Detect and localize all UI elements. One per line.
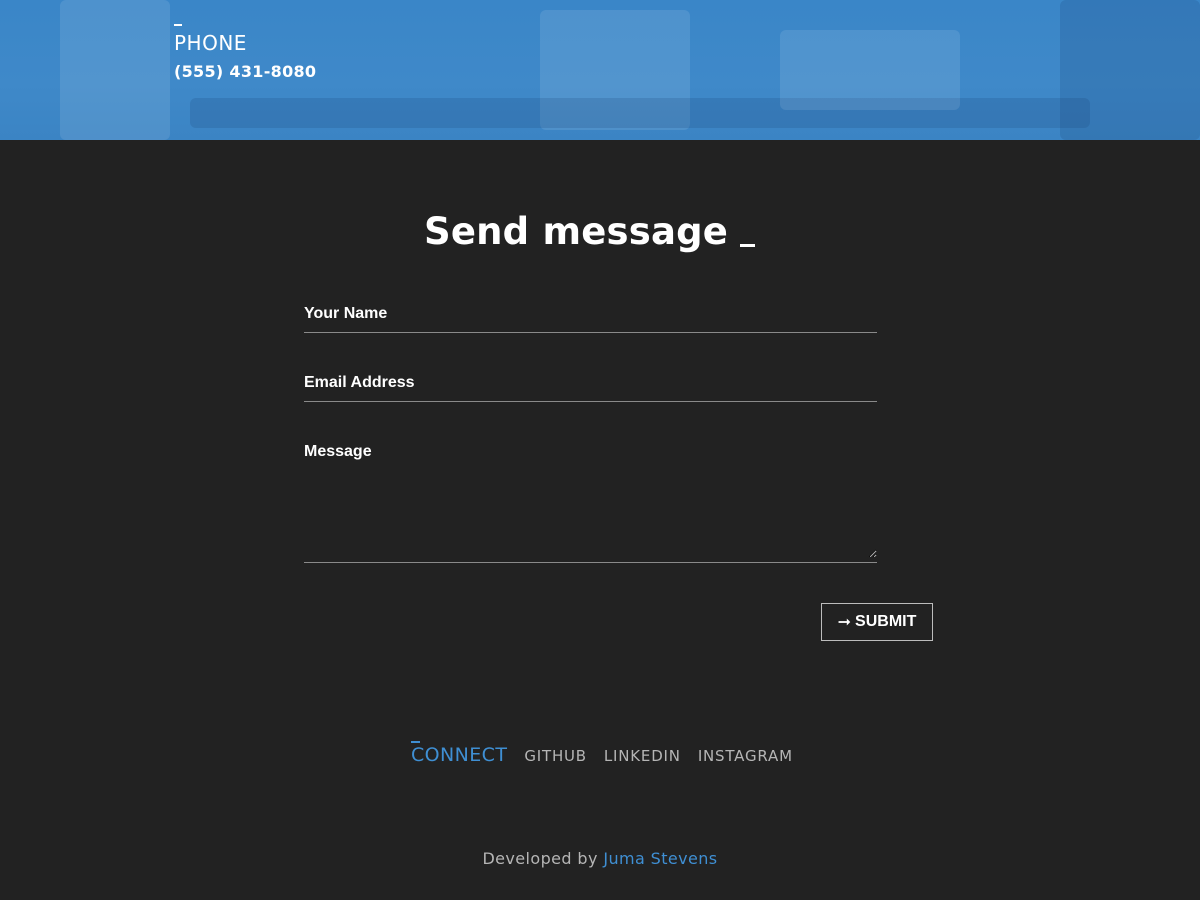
phone-title: PHONE xyxy=(174,31,247,55)
submit-button[interactable]: ➞ SUBMIT xyxy=(821,603,933,641)
instagram-link[interactable]: INSTAGRAM xyxy=(698,747,793,766)
title-cursor xyxy=(740,244,756,247)
name-input[interactable] xyxy=(304,304,877,324)
connect-nav: CONNECT GITHUB LINKEDIN INSTAGRAM xyxy=(411,741,793,766)
linkedin-link[interactable]: LINKEDIN xyxy=(604,747,681,766)
background-figure xyxy=(60,0,170,140)
background-figure xyxy=(1060,0,1200,140)
submit-label: SUBMIT xyxy=(855,613,917,630)
message-field xyxy=(304,442,877,563)
phone-accent-dash xyxy=(174,24,182,26)
connect-label: CONNECT xyxy=(411,741,508,766)
phone-number: (555) 431-8080 xyxy=(174,62,317,81)
name-field xyxy=(304,304,877,333)
email-input[interactable] xyxy=(304,373,877,393)
phone-block: PHONE (555) 431-8080 xyxy=(174,24,316,81)
form-title-text: Send message xyxy=(424,210,729,253)
github-link[interactable]: GITHUB xyxy=(524,747,587,766)
form-title: Send message xyxy=(424,210,756,253)
author-link[interactable]: Juma Stevens xyxy=(603,849,717,868)
message-textarea[interactable] xyxy=(304,442,877,558)
developed-by-text: Developed by xyxy=(482,849,598,868)
connect-label-text: CONNECT xyxy=(411,744,508,766)
arrow-right-icon: ➞ xyxy=(837,614,852,631)
email-field xyxy=(304,373,877,402)
hero-banner: PHONE (555) 431-8080 xyxy=(0,0,1200,140)
background-figure xyxy=(780,30,960,110)
footer: Developed by Juma Stevens xyxy=(0,849,1200,868)
connect-accent-dash xyxy=(411,741,420,743)
